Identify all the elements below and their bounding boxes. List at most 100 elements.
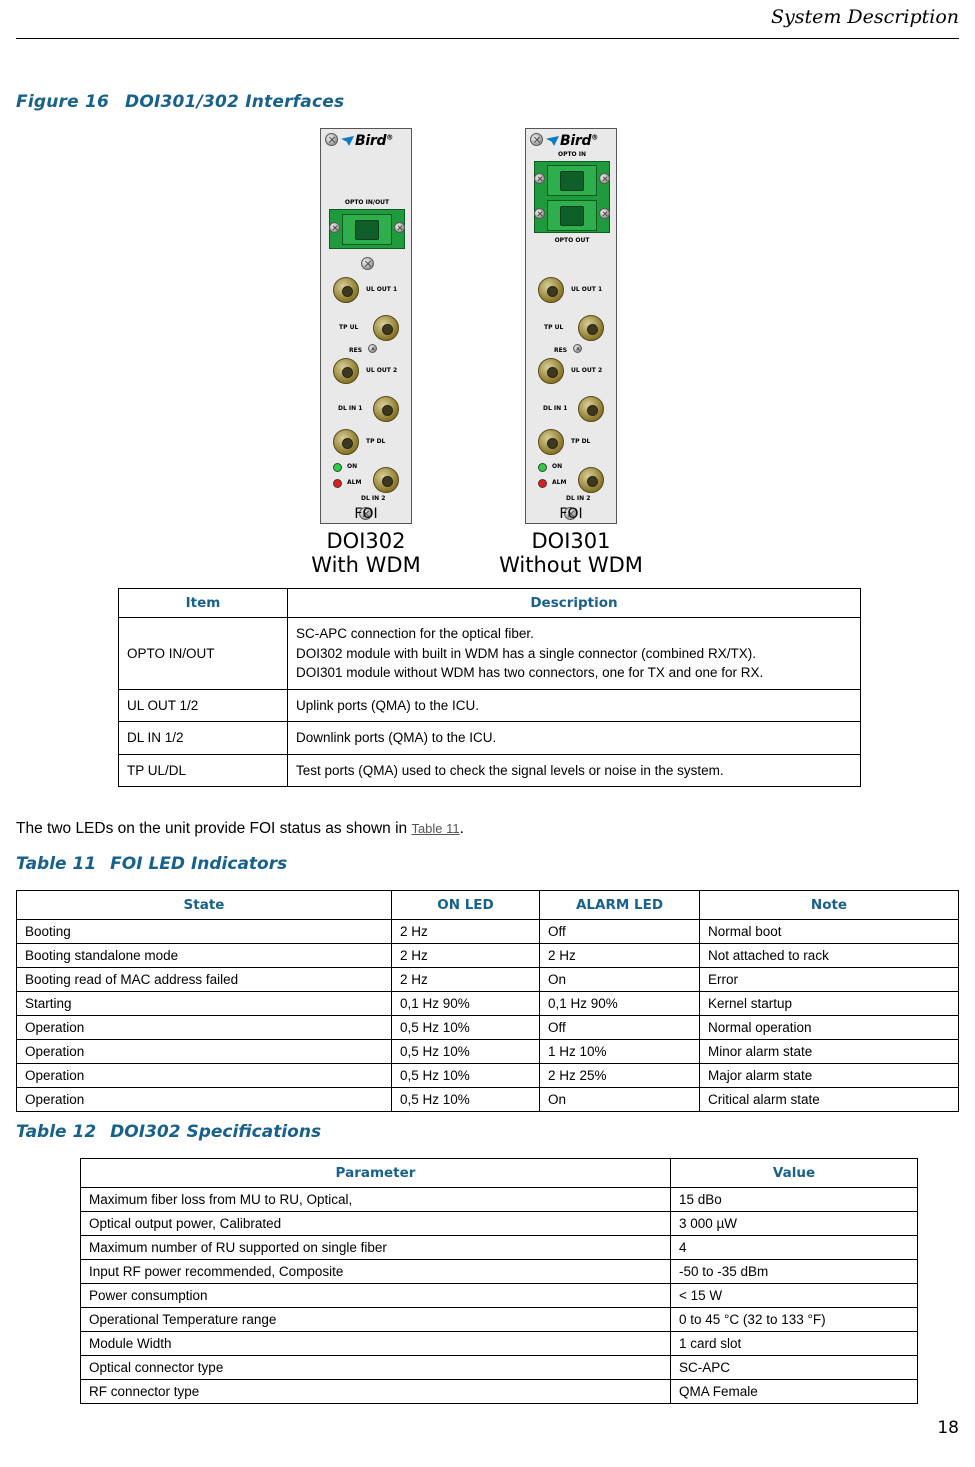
- specifications-table: Parameter Value Maximum fiber loss from …: [80, 1158, 918, 1404]
- table-row: Power consumption < 15 W: [80, 1283, 918, 1308]
- cell-description: Uplink ports (QMA) to the ICU.: [287, 688, 861, 723]
- label-res: RES: [349, 347, 363, 354]
- opto-port: [342, 214, 392, 245]
- screw-icon: [530, 133, 543, 146]
- page-header-title: System Description: [770, 6, 959, 28]
- opto-port-inner: [355, 220, 379, 240]
- label-ul-out-1: UL OUT 1: [366, 286, 398, 293]
- opto-connector-block: [329, 209, 405, 249]
- header-divider: [16, 38, 959, 39]
- column-header-on-led: ON LED: [391, 890, 540, 920]
- port-tp-ul: [373, 315, 399, 341]
- label-ul-out-2: UL OUT 2: [571, 367, 603, 374]
- label-led-on: ON: [552, 463, 563, 470]
- cell-on-led: 0,5 Hz 10%: [391, 1087, 540, 1112]
- screw-icon: [368, 344, 377, 353]
- table-row: Optical connector type SC-APC: [80, 1355, 918, 1380]
- label-led-on: ON: [347, 463, 358, 470]
- table-11-caption: Table 11 FOI LED Indicators: [16, 854, 287, 874]
- cell-note: Normal operation: [699, 1015, 959, 1040]
- screw-icon: [394, 222, 405, 233]
- module-title-line2: Without WDM: [499, 552, 643, 577]
- table-row: Maximum number of RU supported on single…: [80, 1235, 918, 1260]
- cell-alarm-led: 0,1 Hz 90%: [539, 991, 700, 1016]
- module-title-line1: DOI301: [531, 529, 611, 553]
- bird-swoosh-icon: [341, 136, 354, 146]
- column-header-item: Item: [118, 588, 288, 618]
- interfaces-table: Item Description OPTO IN/OUT SC-APC conn…: [118, 588, 861, 788]
- bird-swoosh-icon: [546, 136, 559, 146]
- brand-logo: Bird®: [341, 133, 393, 149]
- module-title-line2: With WDM: [311, 552, 421, 577]
- cell-alarm-led: On: [539, 967, 700, 992]
- table-12-title: DOI302 Specifications: [110, 1122, 322, 1142]
- cell-alarm-led: 1 Hz 10%: [539, 1039, 700, 1064]
- port-ul-out-2: [538, 358, 564, 384]
- opto-port-inner: [560, 171, 584, 191]
- cell-item: DL IN 1/2: [118, 721, 288, 755]
- cell-parameter: Operational Temperature range: [80, 1307, 671, 1332]
- cell-on-led: 2 Hz: [391, 943, 540, 968]
- port-dl-in-1: [578, 396, 604, 422]
- column-header-state: State: [16, 890, 392, 920]
- port-tp-dl: [333, 429, 359, 455]
- table-row: Maximum fiber loss from MU to RU, Optica…: [80, 1187, 918, 1212]
- table-12-caption: Table 12 DOI302 Specifications: [16, 1122, 321, 1142]
- table-row: Booting standalone mode 2 Hz 2 Hz Not at…: [16, 943, 959, 968]
- opto-port-out: [547, 200, 597, 231]
- opto-port-inner: [560, 206, 584, 226]
- cell-parameter: Power consumption: [80, 1283, 671, 1308]
- led-alarm-icon: [333, 479, 342, 488]
- cell-note: Error: [699, 967, 959, 992]
- label-opto-out: OPTO OUT: [554, 237, 590, 244]
- led-on-icon: [333, 463, 342, 472]
- table-header-row: Parameter Value: [80, 1158, 918, 1188]
- table-row: Optical output power, Calibrated 3 000 µ…: [80, 1211, 918, 1236]
- cell-alarm-led: 2 Hz 25%: [539, 1063, 700, 1088]
- desc-line: DOI301 module without WDM has two connec…: [296, 665, 764, 681]
- cell-parameter: Optical output power, Calibrated: [80, 1211, 671, 1236]
- figure-graphic: Bird® OPTO IN/OUT UL OUT 1 TP UL RES UL …: [0, 128, 975, 576]
- cell-state: Operation: [16, 1039, 392, 1064]
- cell-note: Critical alarm state: [699, 1087, 959, 1112]
- port-ul-out-1: [538, 277, 564, 303]
- module-title-line1: DOI302: [326, 529, 406, 553]
- cell-value: 15 dBo: [670, 1187, 918, 1212]
- cell-description: Test ports (QMA) used to check the signa…: [287, 753, 861, 788]
- cell-state: Booting read of MAC address failed: [16, 967, 392, 992]
- cell-state: Booting: [16, 919, 392, 944]
- cell-on-led: 0,5 Hz 10%: [391, 1015, 540, 1040]
- figure-number: Figure 16: [16, 92, 110, 112]
- cell-note: Major alarm state: [699, 1063, 959, 1088]
- cross-reference-table-11[interactable]: Table 11: [411, 821, 459, 836]
- table-11-title: FOI LED Indicators: [110, 854, 288, 874]
- cell-item: OPTO IN/OUT: [118, 617, 288, 690]
- brand-name: Bird: [560, 133, 592, 149]
- cell-description: SC-APC connection for the optical fiber.…: [287, 617, 861, 690]
- cell-value: 1 card slot: [670, 1331, 918, 1356]
- opto-connector-block: [534, 161, 610, 233]
- table-row: Operation 0,5 Hz 10% On Critical alarm s…: [16, 1087, 959, 1112]
- cell-value: -50 to -35 dBm: [670, 1259, 918, 1284]
- port-dl-in-2: [578, 467, 604, 493]
- cell-on-led: 2 Hz: [391, 919, 540, 944]
- faceplate-doi301: Bird® OPTO IN OPTO OUT UL OUT 1 TP UL RE…: [525, 128, 617, 524]
- cell-parameter: Module Width: [80, 1331, 671, 1356]
- port-tp-ul: [578, 315, 604, 341]
- module-title-doi301: DOI301 Without WDM: [485, 529, 657, 577]
- cell-value: QMA Female: [670, 1379, 918, 1404]
- table-row: Input RF power recommended, Composite -5…: [80, 1259, 918, 1284]
- cell-state: Operation: [16, 1087, 392, 1112]
- brand-name: Bird: [355, 133, 387, 149]
- label-tp-ul: TP UL: [339, 324, 359, 331]
- cell-note: Kernel startup: [699, 991, 959, 1016]
- label-tp-dl: TP DL: [571, 438, 591, 445]
- cell-state: Operation: [16, 1063, 392, 1088]
- column-header-value: Value: [670, 1158, 918, 1188]
- table-row: Booting read of MAC address failed 2 Hz …: [16, 967, 959, 992]
- screw-icon: [534, 208, 545, 219]
- cell-value: 0 to 45 °C (32 to 133 °F): [670, 1307, 918, 1332]
- screw-icon: [325, 133, 338, 146]
- column-header-description: Description: [287, 588, 861, 618]
- cell-value: SC-APC: [670, 1355, 918, 1380]
